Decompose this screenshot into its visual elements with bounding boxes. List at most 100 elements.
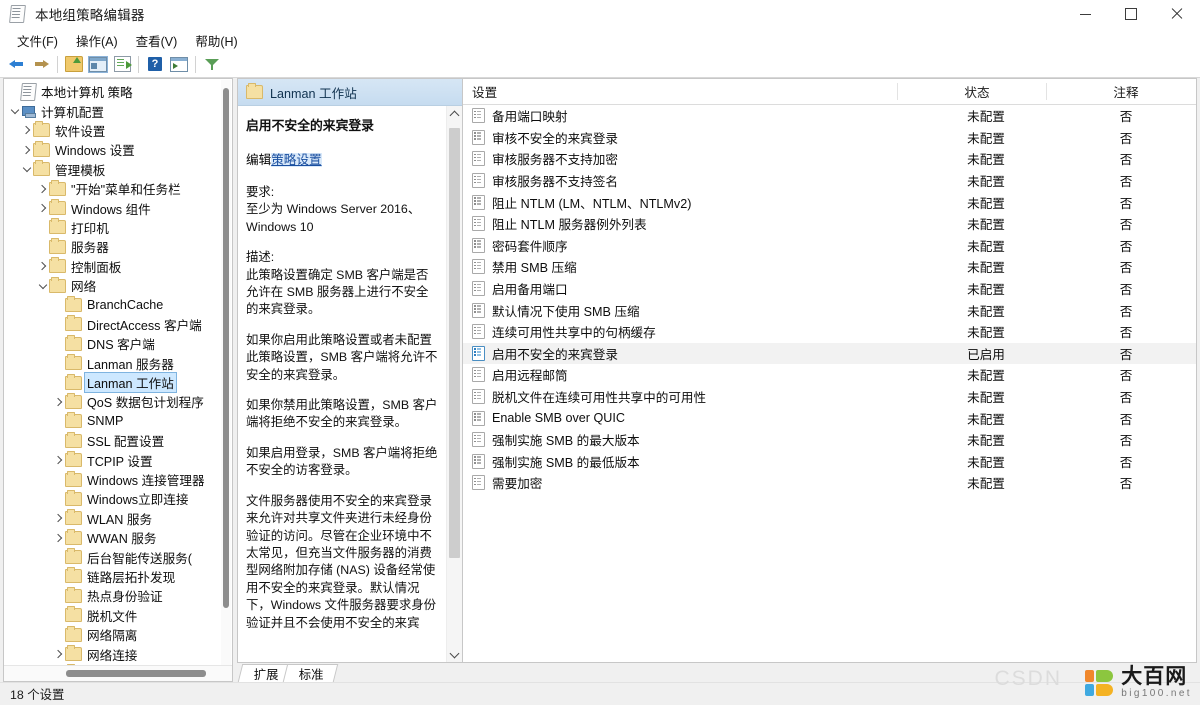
scroll-up-icon[interactable] [447, 106, 462, 122]
table-row[interactable]: 禁用 SMB 压缩 未配置 否 [463, 256, 1196, 278]
chevron-right-icon[interactable] [52, 649, 65, 659]
forward-button[interactable] [29, 53, 53, 75]
tree-item[interactable]: TCPIP 设置 [4, 450, 232, 469]
table-row[interactable]: 审核不安全的来宾登录 未配置 否 [463, 127, 1196, 149]
settings-list-rows[interactable]: 备用端口映射 未配置否审核不安全的来宾登录 未配置否审核服务器不支持加密 未配置否审核… [463, 105, 1196, 662]
tree-item[interactable]: 软件设置 [4, 121, 232, 140]
setting-state-cell: 未配置 [967, 131, 1005, 146]
tree-item[interactable]: Windows 组件 [4, 198, 232, 217]
setting-comment-cell: 否 [1119, 196, 1133, 211]
description-scroll-area[interactable]: 启用不安全的来宾登录 编辑策略设置 要求: 至少为 Windows Server… [238, 106, 446, 662]
back-button[interactable] [5, 53, 29, 75]
tree-item[interactable]: DNS 客户端 [4, 334, 232, 353]
tree-item[interactable]: 计算机配置 [4, 101, 232, 120]
table-row[interactable]: 强制实施 SMB 的最低版本 未配置 否 [463, 451, 1196, 473]
tree-item[interactable]: 打印机 [4, 218, 232, 237]
tree-item[interactable]: DirectAccess 客户端 [4, 315, 232, 334]
table-row[interactable]: 密码套件顺序 未配置 否 [463, 235, 1196, 257]
table-row[interactable]: 连续可用性共享中的句柄缓存 未配置 否 [463, 321, 1196, 343]
tree-item[interactable]: 网络连接 [4, 644, 232, 663]
up-one-level-button[interactable] [62, 53, 86, 75]
tree-item[interactable]: "开始"菜单和任务栏 [4, 179, 232, 198]
show-hide-tree-button[interactable] [86, 53, 110, 75]
tree-item[interactable]: SSL 配置设置 [4, 431, 232, 450]
column-header-state[interactable]: 状态 [898, 79, 1047, 104]
tree-item[interactable]: 网络隔离 [4, 625, 232, 644]
help-button[interactable]: ? [143, 53, 167, 75]
tab-standard-label: 标准 [298, 667, 324, 682]
chevron-right-icon[interactable] [20, 126, 33, 135]
description-vertical-scrollbar[interactable] [446, 106, 462, 662]
tab-standard[interactable]: 标准 [282, 664, 338, 682]
table-row[interactable]: 阻止 NTLM (LM、NTLM、NTLMv2) 未配置 否 [463, 191, 1196, 213]
table-row[interactable]: Enable SMB over QUIC 未配置 否 [463, 407, 1196, 429]
chevron-down-icon[interactable] [8, 105, 21, 115]
table-row[interactable]: 启用不安全的来宾登录 已启用 否 [463, 342, 1196, 365]
chevron-right-icon[interactable] [36, 184, 49, 193]
chevron-down-icon[interactable] [20, 164, 33, 173]
table-row[interactable]: 审核服务器不支持加密 未配置 否 [463, 148, 1196, 170]
tree-horizontal-scrollbar-thumb[interactable] [66, 670, 206, 677]
tree-item[interactable]: 网络 [4, 276, 232, 295]
menu-view[interactable]: 查看(V) [127, 29, 187, 52]
chevron-right-icon[interactable] [20, 145, 33, 155]
tree-item[interactable]: 链路层拓扑发现 [4, 567, 232, 586]
column-header-setting[interactable]: 设置 [463, 79, 898, 104]
scroll-down-icon[interactable] [447, 646, 462, 662]
close-button[interactable] [1154, 0, 1200, 28]
column-header-comment[interactable]: 注释 [1047, 79, 1196, 104]
table-row[interactable]: 阻止 NTLM 服务器例外列表 未配置 否 [463, 213, 1196, 235]
show-pane-button[interactable] [167, 53, 191, 75]
description-label: 描述: [246, 250, 275, 265]
chevron-right-icon[interactable] [52, 397, 65, 407]
table-row[interactable]: 需要加密 未配置 否 [463, 472, 1196, 494]
export-list-button[interactable] [110, 53, 134, 75]
menu-file[interactable]: 文件(F) [8, 29, 67, 52]
tree-item[interactable]: QoS 数据包计划程序 [4, 392, 232, 411]
tree-item[interactable]: 本地计算机 策略 [4, 82, 232, 101]
setting-state-cell: 未配置 [967, 369, 1005, 384]
chevron-right-icon[interactable] [52, 455, 65, 465]
setting-name-label: 审核服务器不支持签名 [492, 175, 618, 190]
tree-item[interactable]: WLAN 服务 [4, 509, 232, 528]
tree-item[interactable]: 管理模板 [4, 160, 232, 179]
chevron-right-icon[interactable] [36, 261, 49, 271]
console-tree[interactable]: 本地计算机 策略 计算机配置 软件设置 Windows 设置 管理模板 "开始"菜单和任务… [4, 79, 232, 665]
description-scrollbar-thumb[interactable] [449, 128, 460, 558]
tree-item[interactable]: Lanman 工作站 [4, 372, 232, 394]
tree-item[interactable]: 控制面板 [4, 257, 232, 276]
tree-item[interactable]: SNMP [4, 412, 232, 431]
table-row[interactable]: 脱机文件在连续可用性共享中的可用性 未配置 否 [463, 386, 1196, 408]
tree-item[interactable]: 热点身份验证 [4, 586, 232, 605]
table-row[interactable]: 审核服务器不支持签名 未配置 否 [463, 170, 1196, 192]
tree-item[interactable]: 脱机文件 [4, 606, 232, 625]
console-tree-pane: 本地计算机 策略 计算机配置 软件设置 Windows 设置 管理模板 "开始"菜单和任务… [3, 78, 233, 682]
edit-policy-setting-link[interactable]: 策略设置 [271, 153, 322, 167]
table-row[interactable]: 启用远程邮筒 未配置 否 [463, 364, 1196, 386]
chevron-right-icon[interactable] [36, 203, 49, 213]
tree-item[interactable]: Lanman 服务器 [4, 353, 232, 372]
chevron-right-icon[interactable] [52, 533, 65, 542]
tree-item[interactable]: 后台智能传送服务( [4, 547, 232, 566]
tree-item[interactable]: 服务器 [4, 237, 232, 256]
tree-horizontal-scrollbar[interactable] [4, 665, 232, 681]
filter-button[interactable] [200, 53, 224, 75]
table-row[interactable]: 强制实施 SMB 的最大版本 未配置 否 [463, 429, 1196, 451]
table-row[interactable]: 启用备用端口 未配置 否 [463, 278, 1196, 300]
chevron-right-icon[interactable] [52, 514, 65, 523]
tree-item[interactable]: Windows 设置 [4, 140, 232, 159]
table-row[interactable]: 备用端口映射 未配置 否 [463, 105, 1196, 127]
table-row[interactable]: 默认情况下使用 SMB 压缩 未配置 否 [463, 299, 1196, 321]
tree-vertical-scrollbar-thumb[interactable] [223, 88, 229, 608]
tree-item[interactable]: BranchCache [4, 295, 232, 314]
menu-action[interactable]: 操作(A) [67, 29, 127, 52]
tree-item[interactable]: Windows立即连接 [4, 489, 232, 508]
tab-extended-label: 扩展 [253, 667, 279, 682]
tree-item[interactable]: WWAN 服务 [4, 528, 232, 547]
maximize-button[interactable] [1108, 0, 1154, 28]
chevron-down-icon[interactable] [36, 280, 49, 289]
tree-item[interactable]: Windows 连接管理器 [4, 470, 232, 489]
tree-vertical-scrollbar[interactable] [221, 80, 231, 665]
menu-help[interactable]: 帮助(H) [186, 29, 246, 52]
minimize-button[interactable] [1062, 0, 1108, 28]
